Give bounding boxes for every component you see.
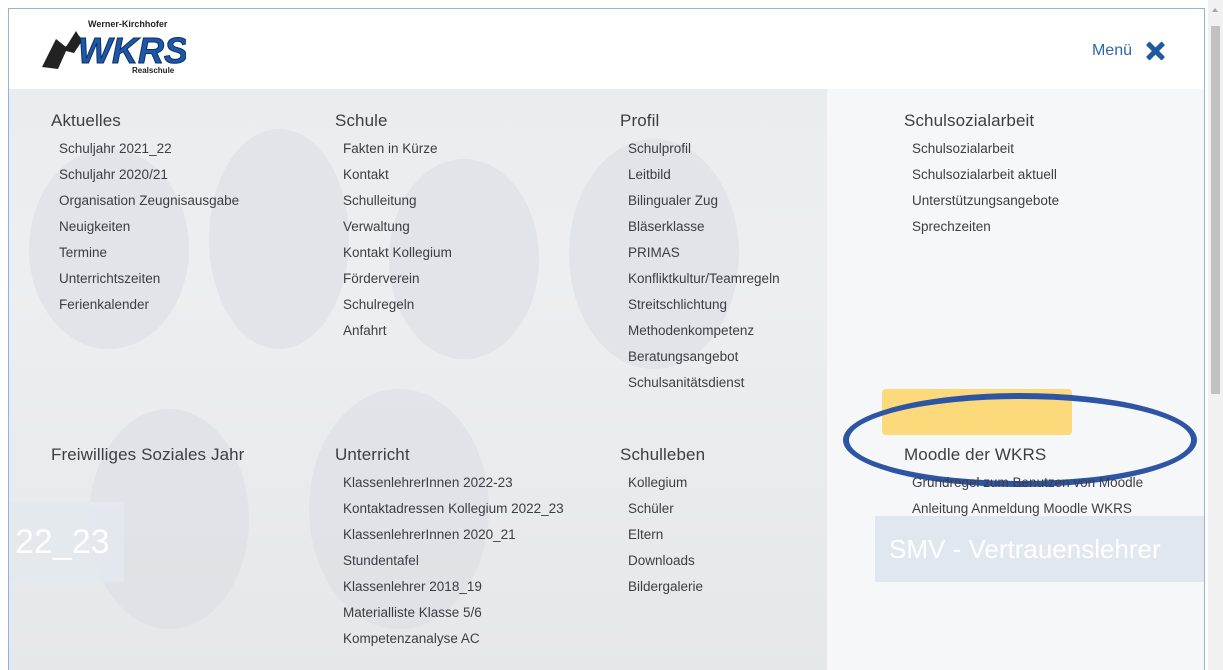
menu-link[interactable]: Fakten in Kürze xyxy=(343,140,452,166)
menu-column-fsj: Freiwilliges Soziales Jahr xyxy=(51,445,244,474)
menu-column-schulleben: Schulleben Kollegium Schüler Eltern Down… xyxy=(620,445,705,604)
menu-close-button[interactable]: Menü xyxy=(1092,42,1164,60)
menu-link[interactable]: Materialliste Klasse 5/6 xyxy=(343,604,564,630)
menu-link[interactable]: Sprechzeiten xyxy=(912,218,1059,244)
menu-link[interactable]: Schulleitung xyxy=(343,192,452,218)
column-title[interactable]: Profil xyxy=(620,111,780,131)
menu-link[interactable]: Termine xyxy=(59,244,239,270)
menu-column-profil: Profil Schulprofil Leitbild Bilingualer … xyxy=(620,111,780,400)
menu-link[interactable]: Ferienkalender xyxy=(59,296,239,322)
menu-column-aktuelles: Aktuelles Schuljahr 2021_22 Schuljahr 20… xyxy=(51,111,239,322)
menu-link[interactable]: Bildergalerie xyxy=(628,578,705,604)
menu-link[interactable]: Schüler xyxy=(628,500,705,526)
menu-link[interactable]: Konfliktkultur/Teamregeln xyxy=(628,270,780,296)
menu-link[interactable]: Kompetenzanalyse AC xyxy=(343,630,564,656)
menu-link[interactable]: Bläserklasse xyxy=(628,218,780,244)
menu-link[interactable]: Schulsozialarbeit xyxy=(912,140,1059,166)
menu-column-schule: Schule Fakten in Kürze Kontakt Schulleit… xyxy=(335,111,452,348)
logo-text-main: WKRS xyxy=(78,30,186,71)
menu-link[interactable]: Schulprofil xyxy=(628,140,780,166)
close-icon[interactable] xyxy=(1146,42,1164,60)
menu-link[interactable]: Kontakt Kollegium xyxy=(343,244,452,270)
menu-link[interactable]: KlassenlehrerInnen 2020_21 xyxy=(343,526,564,552)
vertical-scrollbar[interactable] xyxy=(1208,0,1223,670)
logo-text-top: Werner-Kirchhofer xyxy=(88,19,168,29)
menu-link[interactable]: Anfahrt xyxy=(343,322,452,348)
menu-column-schulsozialarbeit: Schulsozialarbeit Schulsozialarbeit Schu… xyxy=(904,111,1059,244)
menu-link[interactable]: Schuljahr 2021_22 xyxy=(59,140,239,166)
menu-link[interactable]: Schuljahr 2020/21 xyxy=(59,166,239,192)
wkrs-logo[interactable]: Werner-Kirchhofer WKRS Realschule xyxy=(36,17,186,75)
menu-link[interactable]: Schulsozialarbeit aktuell xyxy=(912,166,1059,192)
menu-link[interactable]: Unterstützungsangebote xyxy=(912,192,1059,218)
column-title[interactable]: Moodle der WKRS xyxy=(904,445,1143,465)
menu-link[interactable]: Kontaktadressen Kollegium 2022_23 xyxy=(343,500,564,526)
scroll-up-arrow-icon[interactable] xyxy=(1212,8,1218,12)
menu-link[interactable]: Kollegium xyxy=(628,474,705,500)
column-title[interactable]: Freiwilliges Soziales Jahr xyxy=(51,445,244,465)
menu-link[interactable]: PRIMAS xyxy=(628,244,780,270)
menu-link[interactable]: Unterrichtszeiten xyxy=(59,270,239,296)
menu-column-unterricht: Unterricht KlassenlehrerInnen 2022-23 Ko… xyxy=(335,445,564,656)
scrollbar-thumb[interactable] xyxy=(1211,26,1220,394)
menu-link[interactable]: Streitschlichtung xyxy=(628,296,780,322)
column-title[interactable]: Aktuelles xyxy=(51,111,239,131)
column-title[interactable]: Schule xyxy=(335,111,452,131)
menu-column-moodle: Moodle der WKRS Grundregel zum Benutzen … xyxy=(904,445,1143,526)
menu-link[interactable]: Leitbild xyxy=(628,166,780,192)
menu-link[interactable]: Klassenlehrer 2018_19 xyxy=(343,578,564,604)
menu-link[interactable]: Schulsanitätsdienst xyxy=(628,374,780,400)
menu-link[interactable]: Schulregeln xyxy=(343,296,452,322)
browser-viewport: 22_23 SMV - Vertrauenslehrer Werner-Kirc… xyxy=(8,8,1205,670)
menu-link[interactable]: Methodenkompetenz xyxy=(628,322,780,348)
menu-link[interactable]: Verwaltung xyxy=(343,218,452,244)
menu-link[interactable]: Bilingualer Zug xyxy=(628,192,780,218)
menu-link[interactable]: Downloads xyxy=(628,552,705,578)
promo-banner-left[interactable]: 22_23 xyxy=(9,502,124,582)
menu-link[interactable]: KlassenlehrerInnen 2022-23 xyxy=(343,474,564,500)
column-title[interactable]: Schulleben xyxy=(620,445,705,465)
menu-link[interactable]: Organisation Zeugnisausgabe xyxy=(59,192,239,218)
menu-link[interactable]: Grundregel zum Benutzen von Moodle xyxy=(912,474,1143,500)
menu-link[interactable]: Beratungsangebot xyxy=(628,348,780,374)
logo-text-bottom: Realschule xyxy=(132,66,175,75)
site-header: Werner-Kirchhofer WKRS Realschule Menü xyxy=(9,9,1204,89)
menu-link[interactable]: Neuigkeiten xyxy=(59,218,239,244)
menu-label[interactable]: Menü xyxy=(1092,42,1132,60)
column-title[interactable]: Schulsozialarbeit xyxy=(904,111,1059,131)
column-title[interactable]: Unterricht xyxy=(335,445,564,465)
menu-link[interactable]: Anleitung Anmeldung Moodle WKRS xyxy=(912,500,1143,526)
menu-link[interactable]: Stundentafel xyxy=(343,552,564,578)
menu-link[interactable]: Eltern xyxy=(628,526,705,552)
menu-link[interactable]: Kontakt xyxy=(343,166,452,192)
menu-link[interactable]: Förderverein xyxy=(343,270,452,296)
